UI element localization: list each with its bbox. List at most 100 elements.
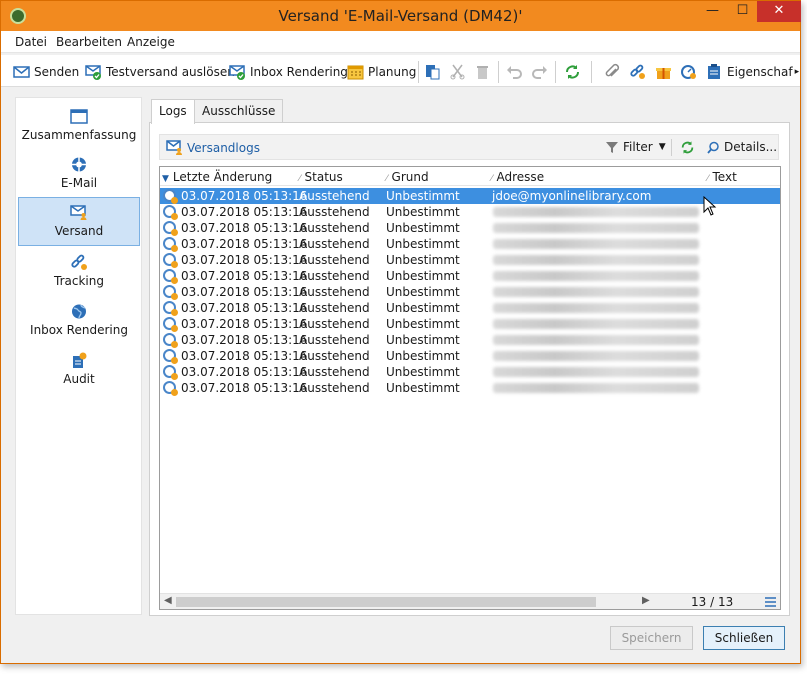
- close-button[interactable]: Schließen: [703, 626, 785, 650]
- close-window-button[interactable]: ✕: [757, 1, 801, 22]
- inbox-rendering-button[interactable]: Inbox Rendering: [229, 63, 348, 81]
- filter-dropdown[interactable]: Filter ▼: [605, 140, 666, 154]
- refresh-icon[interactable]: [564, 63, 581, 81]
- column-header-adresse[interactable]: ⁄ Adresse: [491, 170, 544, 184]
- table-row[interactable]: 03.07.2018 05:13:16 Ausstehend Unbestimmt: [160, 300, 780, 316]
- column-header-letzte-aenderung[interactable]: ▼ Letzte Änderung: [162, 170, 272, 184]
- properties-button[interactable]: Eigenschaf ▸: [706, 63, 799, 81]
- delete-icon[interactable]: [474, 63, 491, 81]
- gift-icon[interactable]: [655, 63, 672, 81]
- cell-date: 03.07.2018 05:13:16: [181, 301, 308, 315]
- record-count: 13 / 13: [691, 595, 734, 609]
- cell-grund: Unbestimmt: [386, 301, 460, 315]
- table-row[interactable]: 03.07.2018 05:13:16 Ausstehend Unbestimmt j…: [160, 188, 780, 204]
- sort-desc-icon: ▼: [162, 174, 169, 184]
- horizontal-scrollbar[interactable]: ◀ ▶ 13 / 13: [160, 593, 780, 609]
- save-button[interactable]: Speichern: [610, 626, 693, 650]
- sidebar-item-email[interactable]: E-Mail: [18, 150, 140, 198]
- table-row[interactable]: 03.07.2018 05:13:16 Ausstehend Unbestimmt: [160, 380, 780, 396]
- menu-datei[interactable]: Datei: [15, 35, 47, 49]
- mouse-cursor-icon: [703, 196, 717, 216]
- scroll-thumb[interactable]: [176, 597, 596, 607]
- cell-date: 03.07.2018 05:13:16: [181, 269, 308, 283]
- delivery-status-icon: [163, 317, 178, 332]
- versandlogs-link[interactable]: Versandlogs: [166, 140, 260, 155]
- menu-bearbeiten[interactable]: Bearbeiten: [56, 35, 122, 49]
- minimize-button[interactable]: —: [698, 1, 727, 22]
- test-send-button[interactable]: Testversand auslösen: [85, 63, 235, 81]
- globe-icon: [72, 304, 86, 319]
- scroll-right-icon[interactable]: ▶: [642, 595, 650, 606]
- cell-status: Ausstehend: [299, 237, 370, 251]
- funnel-icon: [606, 141, 618, 153]
- table-row[interactable]: 03.07.2018 05:13:16 Ausstehend Unbestimmt: [160, 332, 780, 348]
- menu-anzeige[interactable]: Anzeige: [127, 35, 175, 49]
- cell-grund: Unbestimmt: [386, 205, 460, 219]
- undo-icon[interactable]: [506, 63, 523, 81]
- sidebar-item-versand[interactable]: Versand: [18, 197, 140, 246]
- grid-header: ▼ Letzte Änderung ⁄ Status ⁄ Grund ⁄ Adresse…: [160, 167, 780, 186]
- planung-button[interactable]: Planung: [347, 63, 416, 81]
- tab-ausschluesse[interactable]: Ausschlüsse: [194, 99, 284, 123]
- redo-icon[interactable]: [531, 63, 548, 81]
- delivery-status-icon: [163, 221, 178, 236]
- redacted-address: [493, 207, 699, 217]
- app-window: Versand 'E-Mail-Versand (DM42)' — ☐ ✕ Da…: [0, 0, 801, 664]
- column-header-grund[interactable]: ⁄ Grund: [386, 170, 429, 184]
- planung-label: Planung: [368, 65, 417, 79]
- sidebar-item-audit[interactable]: Audit: [18, 346, 140, 394]
- details-button[interactable]: Details...: [707, 140, 777, 154]
- refresh-icon[interactable]: [680, 140, 695, 155]
- details-label: Details...: [724, 140, 778, 154]
- scroll-left-icon[interactable]: ◀: [164, 595, 172, 606]
- magnifier-icon: [707, 141, 719, 154]
- envelope-check-icon: [85, 65, 101, 80]
- menu-bar: Datei Bearbeiten Anzeige: [1, 31, 800, 53]
- clipboard-icon: [708, 64, 720, 79]
- cell-status: Ausstehend: [299, 285, 370, 299]
- cell-grund: Unbestimmt: [386, 189, 460, 203]
- toolbar-separator: [671, 139, 672, 156]
- table-row[interactable]: 03.07.2018 05:13:16 Ausstehend Unbestimmt: [160, 284, 780, 300]
- sidebar-item-zusammenfassung[interactable]: Zusammenfassung: [18, 102, 140, 150]
- link-icon[interactable]: [629, 63, 646, 81]
- tab-logs[interactable]: Logs: [151, 99, 195, 124]
- table-row[interactable]: 03.07.2018 05:13:16 Ausstehend Unbestimmt: [160, 316, 780, 332]
- table-row[interactable]: 03.07.2018 05:13:16 Ausstehend Unbestimmt: [160, 252, 780, 268]
- toolbar-overflow-icon[interactable]: ▸: [795, 67, 800, 77]
- sidebar-item-tracking[interactable]: Tracking: [18, 248, 140, 296]
- sidebar-item-label: Audit: [63, 372, 95, 386]
- table-row[interactable]: 03.07.2018 05:13:16 Ausstehend Unbestimmt: [160, 348, 780, 364]
- cell-date: 03.07.2018 05:13:16: [181, 221, 308, 235]
- paste-icon[interactable]: [424, 63, 441, 81]
- window-title: Versand 'E-Mail-Versand (DM42)': [278, 7, 523, 25]
- attachment-icon[interactable]: [604, 63, 621, 81]
- sidebar-item-inbox-rendering[interactable]: Inbox Rendering: [18, 297, 140, 345]
- table-row[interactable]: 03.07.2018 05:13:16 Ausstehend Unbestimmt: [160, 236, 780, 252]
- cell-date: 03.07.2018 05:13:16: [181, 285, 308, 299]
- cut-icon[interactable]: [449, 63, 466, 81]
- column-header-text[interactable]: ⁄ Text: [707, 170, 737, 184]
- table-row[interactable]: 03.07.2018 05:13:16 Ausstehend Unbestimmt: [160, 204, 780, 220]
- cell-date: 03.07.2018 05:13:16: [181, 205, 308, 219]
- cell-date: 03.07.2018 05:13:16: [181, 365, 308, 379]
- cell-grund: Unbestimmt: [386, 221, 460, 235]
- cell-status: Ausstehend: [299, 333, 370, 347]
- title-bar[interactable]: Versand 'E-Mail-Versand (DM42)' — ☐ ✕: [1, 1, 801, 31]
- send-button[interactable]: Senden: [13, 63, 79, 81]
- table-row[interactable]: 03.07.2018 05:13:16 Ausstehend Unbestimmt: [160, 220, 780, 236]
- column-header-status[interactable]: ⁄ Status: [299, 170, 343, 184]
- cell-status: Ausstehend: [299, 221, 370, 235]
- cell-status: Ausstehend: [299, 317, 370, 331]
- table-row[interactable]: 03.07.2018 05:13:16 Ausstehend Unbestimmt: [160, 268, 780, 284]
- tracking-gauge-icon[interactable]: [680, 63, 697, 81]
- redacted-address: [493, 367, 699, 377]
- delivery-status-icon: [163, 237, 178, 252]
- cell-status: Ausstehend: [299, 365, 370, 379]
- table-row[interactable]: 03.07.2018 05:13:16 Ausstehend Unbestimmt: [160, 364, 780, 380]
- sort-icon: ⁄: [707, 174, 709, 184]
- redacted-address: [493, 319, 699, 329]
- cell-status: Ausstehend: [299, 381, 370, 395]
- list-menu-icon[interactable]: [765, 597, 776, 607]
- maximize-button[interactable]: ☐: [728, 1, 757, 22]
